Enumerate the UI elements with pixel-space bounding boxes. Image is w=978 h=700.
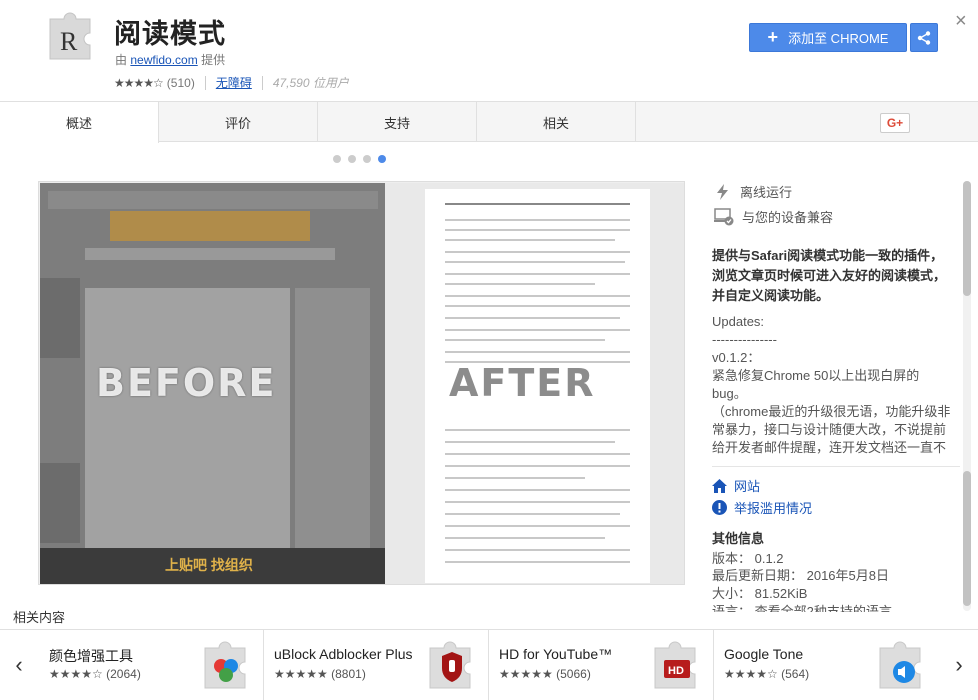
puzzle-logo-icon: R — [49, 12, 91, 60]
rating-count[interactable]: (510) — [167, 76, 195, 90]
svg-text:R: R — [60, 27, 78, 56]
left-ad — [40, 463, 80, 543]
svg-text:HD: HD — [668, 665, 684, 677]
author-link[interactable]: newfido.com — [130, 53, 197, 67]
article-block — [85, 288, 290, 548]
last-updated: 最后更新日期： 2016年5月8日 — [712, 568, 889, 583]
share-icon — [917, 30, 931, 45]
languages[interactable]: 语言： 查看全部2种支持的语言 — [712, 601, 892, 612]
report-abuse-link[interactable]: 举报滥用情况 — [712, 498, 812, 517]
tab-bar: 概述 评价 支持 相关 G+ — [0, 101, 978, 143]
home-icon — [712, 478, 727, 493]
page-header-block — [85, 248, 335, 260]
description: 提供与Safari阅读模式功能一致的插件，浏览文章页时候可进入友好的阅读模式，并… — [712, 248, 947, 303]
tab-related[interactable]: 相关 — [477, 102, 636, 142]
feature-offline: 离线运行 — [714, 182, 792, 201]
divider — [261, 75, 263, 90]
rating-stars[interactable]: ★★★★☆ — [114, 76, 164, 90]
related-item[interactable]: 颜色增强工具 ★★★★☆ (2064) — [39, 630, 264, 700]
carousel-dot-active[interactable] — [378, 155, 386, 163]
hd-icon: HD — [654, 641, 696, 689]
tab-reviews[interactable]: 评价 — [159, 102, 318, 142]
related-carousel: ‹ 颜色增强工具 ★★★★☆ (2064) uBlock Adblocker P… — [0, 629, 978, 700]
user-count: 47,590 位用户 — [272, 76, 349, 90]
speaker-icon — [879, 641, 921, 689]
byline: 由 newfido.com 提供 — [115, 53, 226, 67]
lightning-icon — [717, 183, 728, 200]
side-scrollbar[interactable] — [963, 181, 971, 611]
before-page-image: 上贴吧 找组织 BEFORE — [40, 183, 385, 584]
extension-header: R 阅读模式 由 newfido.com 提供 ★★★★☆ (510) 无障碍 … — [0, 0, 978, 101]
color-puzzle-icon — [204, 641, 246, 689]
close-icon[interactable]: × — [955, 10, 967, 33]
tab-support[interactable]: 支持 — [318, 102, 477, 142]
related-item[interactable]: Google Tone ★★★★☆ (564) — [714, 630, 939, 700]
carousel-dot[interactable] — [363, 155, 371, 163]
carousel-dot[interactable] — [348, 155, 356, 163]
warning-icon — [712, 500, 727, 515]
app-title: 阅读模式 — [114, 19, 226, 50]
related-item[interactable]: uBlock Adblocker Plus ★★★★★ (8801) — [264, 630, 489, 700]
share-button[interactable] — [910, 23, 938, 52]
left-ad — [40, 278, 80, 358]
next-arrow-icon[interactable]: › — [940, 630, 978, 700]
browser-bar — [48, 191, 378, 209]
size: 大小： 81.52KiB — [712, 586, 808, 601]
carousel-dot[interactable] — [333, 155, 341, 163]
bottom-banner-text: 上贴吧 找组织 — [165, 557, 253, 573]
prev-arrow-icon[interactable]: ‹ — [0, 630, 38, 700]
website-link[interactable]: 网站 — [712, 476, 760, 495]
feature-compatible: 与您的设备兼容 — [714, 207, 833, 226]
after-label: AFTER — [449, 361, 596, 405]
updates-text: Updates: --------------- v0.1.2： 紧急修复Chr… — [712, 314, 951, 455]
shield-hand-icon — [429, 641, 471, 689]
after-page-image: AFTER — [385, 183, 684, 584]
plus-icon: + — [767, 27, 779, 47]
scroll-thumb[interactable] — [963, 181, 971, 296]
screenshot-preview[interactable]: 上贴吧 找组织 BEFORE AFTER — [38, 181, 685, 585]
scroll-thumb[interactable] — [963, 471, 971, 606]
rating-row: ★★★★☆ (510) 无障碍 47,590 位用户 — [114, 74, 349, 91]
info-title: 其他信息 — [712, 531, 765, 546]
before-label: BEFORE — [96, 361, 277, 405]
carousel-dots — [333, 155, 386, 163]
sidebar-block — [295, 288, 370, 548]
accessibility-link[interactable]: 无障碍 — [216, 74, 252, 91]
add-to-chrome-button[interactable]: + 添加至 CHROME — [749, 23, 907, 52]
device-check-icon — [714, 207, 734, 225]
divider — [712, 466, 960, 467]
google-plus-button[interactable]: G+ — [880, 113, 910, 133]
tab-overview[interactable]: 概述 — [0, 102, 159, 143]
ad-banner — [110, 211, 310, 241]
related-item[interactable]: HD for YouTube™ ★★★★★ (5066) HD — [489, 630, 714, 700]
related-title: 相关内容 — [13, 610, 66, 625]
divider — [204, 75, 206, 90]
